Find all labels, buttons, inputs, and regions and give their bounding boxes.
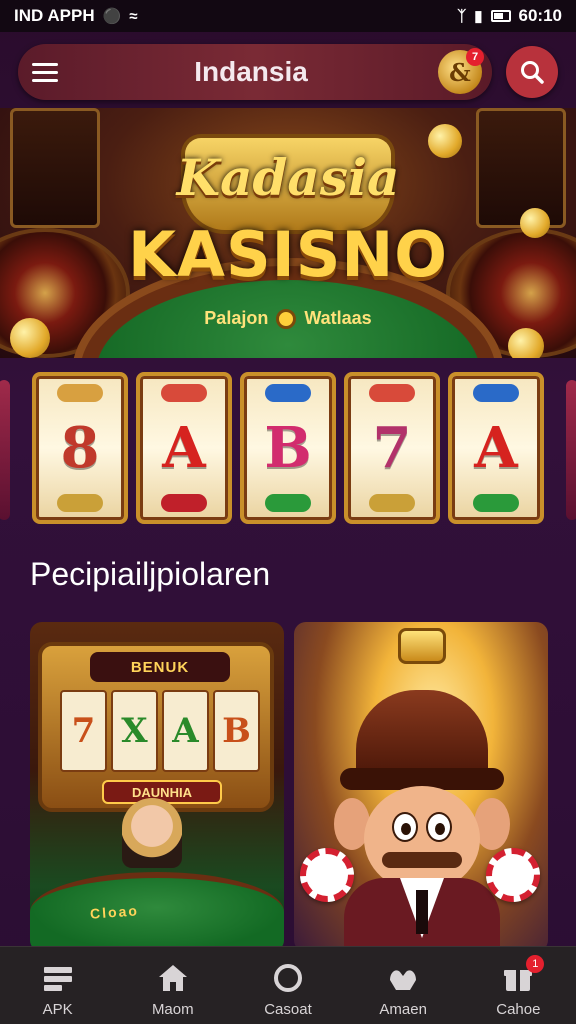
nav-label: Maom [151, 1001, 194, 1018]
mascot-eye [426, 812, 452, 842]
reel-symbol-bottom [57, 494, 103, 512]
signal-icon: ▮ [474, 7, 483, 25]
reel-symbol-top [369, 384, 415, 402]
nav-item-cahoe[interactable]: 1 Cahoe [468, 955, 568, 1018]
coin-icon [520, 208, 550, 238]
reel: 8 [32, 372, 128, 524]
reel-symbol-bottom [473, 494, 519, 512]
tagline-left: Palajon [204, 308, 269, 328]
status-bar: IND APPH ⚫ ≈ ᛉ ▮ 60:10 [0, 0, 576, 32]
poker-chip-icon [300, 848, 354, 902]
reel-symbol: 8 [60, 415, 100, 481]
header-bar: Indansia & 7 [18, 44, 492, 100]
table-felt [30, 872, 284, 952]
nav-item-apk[interactable]: APK [8, 961, 108, 1018]
mini-reel: A [162, 690, 209, 772]
nav-label: APK [42, 1001, 73, 1018]
bluetooth-icon: ᛉ [457, 7, 467, 25]
notification-badge: 7 [466, 48, 484, 66]
notification-badge: 1 [526, 955, 545, 973]
stack-icon [41, 961, 75, 995]
reel-edge [0, 380, 10, 520]
hero-tagline: Palajon Watlaas [0, 308, 576, 329]
poker-chip-icon [486, 848, 540, 902]
reel-symbol: B [264, 415, 312, 481]
mascot-mustache [382, 852, 462, 868]
nav-item-casino[interactable]: Casoat [238, 961, 338, 1018]
notification-icon: ⚫ [102, 7, 122, 25]
nav-label: Cahoe [496, 1001, 541, 1018]
reel: 7 [344, 372, 440, 524]
app-header: Indansia & 7 [18, 42, 558, 102]
clock: 60:10 [518, 6, 562, 25]
reel-symbol-bottom [369, 494, 415, 512]
dealer-avatar [122, 798, 182, 868]
hamburger-line [32, 70, 58, 74]
brand-script-text: Kadasia [176, 148, 400, 207]
mini-reel: X [111, 690, 158, 772]
mini-reels: 7 X A B [60, 690, 260, 772]
ring-icon [271, 961, 305, 995]
game-card[interactable]: BENUK 7 X A B DAUNHIA Cloao [30, 622, 284, 952]
section-title: Pecipiailjpiolaren [30, 556, 271, 592]
reel: A [448, 372, 544, 524]
carrier-label: IND APPH [14, 6, 95, 25]
game-card[interactable] [294, 622, 548, 952]
coin-icon [508, 328, 544, 358]
mini-reel: 7 [60, 690, 107, 772]
slot-reels[interactable]: 8 A B 7 A [0, 372, 576, 528]
app-title: Indansia [194, 56, 308, 87]
reel-edge [566, 380, 576, 520]
mascot-face [364, 786, 480, 892]
reel-symbol-top [161, 384, 207, 402]
coin-icon [276, 308, 297, 329]
tagline-right: Watlaas [304, 308, 372, 328]
hands-icon [386, 961, 420, 995]
home-icon [156, 961, 190, 995]
nav-label: Casoat [264, 1001, 312, 1018]
nav-label: Amaen [379, 1001, 427, 1018]
search-button[interactable] [506, 46, 558, 98]
reel-symbol-top [473, 384, 519, 402]
mini-reel: B [213, 690, 260, 772]
hamburger-line [32, 78, 58, 82]
reel-symbol-bottom [161, 494, 207, 512]
hamburger-icon [32, 62, 58, 66]
hero-banner[interactable]: Kadasia KASISNO Palajon Watlaas [0, 108, 576, 358]
machine-marquee: BENUK [90, 652, 230, 682]
bottom-nav: APK Maom Casoat Amaen 1 Cahoe [0, 946, 576, 1024]
mascot-eye [392, 812, 418, 842]
reel-symbol: A [474, 415, 518, 481]
coin-icon [10, 318, 50, 358]
reel-symbol: A [162, 415, 206, 481]
card-badge [398, 628, 446, 664]
battery-icon [490, 10, 511, 22]
menu-button[interactable] [32, 56, 64, 88]
reel-symbol-top [265, 384, 311, 402]
rewards-button[interactable]: & 7 [438, 48, 484, 94]
reel: B [240, 372, 336, 524]
reel-symbol: 7 [372, 415, 412, 481]
reel-symbol-bottom [265, 494, 311, 512]
coin-icon [428, 124, 462, 158]
felt-text: Cloao [89, 902, 140, 922]
brand-main-text: KASISNO [128, 218, 448, 291]
reel: A [136, 372, 232, 524]
search-icon [521, 61, 544, 84]
reel-symbol-top [57, 384, 103, 402]
wifi-icon: ≈ [129, 7, 138, 25]
app-screen: IND APPH ⚫ ≈ ᛉ ▮ 60:10 Indansia & 7 Kada… [0, 0, 576, 1024]
mascot-tie [416, 890, 428, 934]
nav-item-home[interactable]: Maom [123, 961, 223, 1018]
nav-item-amaen[interactable]: Amaen [353, 961, 453, 1018]
slot-machine-image: BENUK 7 X A B DAUNHIA [38, 642, 274, 812]
mascot-hat [356, 690, 488, 778]
